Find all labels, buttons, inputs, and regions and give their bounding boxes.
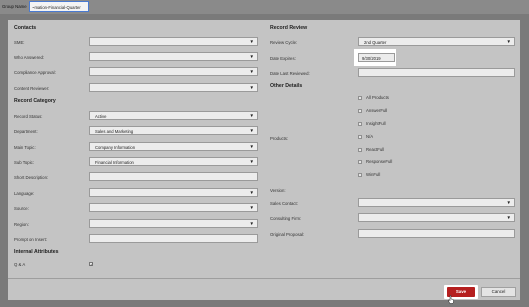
language-label: Language: [14, 191, 35, 196]
original-proposal-input[interactable] [358, 229, 515, 238]
chevron-down-icon: ▼ [249, 144, 254, 149]
chevron-down-icon: ▼ [249, 85, 254, 90]
chevron-down-icon: ▼ [249, 54, 254, 59]
chevron-down-icon: ▼ [506, 215, 511, 220]
consulting-firm-label: Consulting Firm: [270, 216, 302, 221]
contacts-heading: Contacts [14, 25, 37, 31]
record-category-heading: Record Category [14, 98, 56, 104]
sub-topic-label: Sub Topic: [14, 160, 34, 165]
review-cycle-select[interactable]: 2nd Quarter ▼ [358, 37, 515, 46]
chevron-down-icon: ▼ [249, 69, 254, 74]
cancel-button[interactable]: Cancel [481, 287, 516, 297]
hand-cursor-icon [448, 295, 454, 304]
content-reviewer-select[interactable]: ▼ [89, 83, 258, 92]
region-select[interactable]: ▼ [89, 219, 258, 228]
chevron-down-icon: ▼ [249, 159, 254, 164]
sub-topic-value: Financial Information [95, 160, 134, 165]
chevron-down-icon: ▼ [506, 200, 511, 205]
product-checkbox[interactable] [358, 122, 362, 126]
original-proposal-label: Original Proposal: [270, 232, 305, 237]
chevron-down-icon: ▼ [249, 190, 254, 195]
qa-label: Q & A [14, 262, 26, 267]
product-label: N/A [366, 134, 374, 139]
other-details-heading: Other Details [270, 83, 303, 89]
record-status-label: Record Status: [14, 114, 43, 119]
product-checkbox[interactable] [358, 160, 362, 164]
product-label: InsightFull [366, 121, 386, 126]
date-expires-input[interactable]: 9/30/2019 [358, 53, 395, 62]
product-label: AnswerFull [366, 108, 388, 113]
department-select[interactable]: Sales and Marketing ▼ [89, 126, 258, 135]
main-topic-select[interactable]: Company Information ▼ [89, 142, 258, 151]
product-checkbox[interactable] [358, 135, 362, 139]
sme-select[interactable]: ▼ [89, 37, 258, 46]
group-name-input[interactable]: ~mation-Financial-Quarter [29, 1, 89, 12]
chevron-down-icon: ▼ [249, 221, 254, 226]
source-label: Source: [14, 206, 29, 211]
chevron-down-icon: ▼ [506, 39, 511, 44]
product-label: ResponseFull [366, 159, 393, 164]
sales-contact-label: Sales Contact: [270, 201, 298, 206]
sales-contact-select[interactable]: ▼ [358, 198, 515, 207]
record-review-heading: Record Review [270, 25, 308, 31]
region-label: Region: [14, 222, 29, 227]
compliance-approval-select[interactable]: ▼ [89, 67, 258, 76]
date-last-reviewed-input[interactable] [358, 68, 515, 77]
prompt-on-insert-label: Prompt on Insert: [14, 237, 47, 242]
product-label: WinFull [366, 172, 381, 177]
department-value: Sales and Marketing [95, 129, 134, 134]
chevron-down-icon: ▼ [249, 128, 254, 133]
product-label: ReactFull [366, 147, 385, 152]
group-name-label: Group Name [2, 4, 27, 9]
record-status-value: Active [95, 114, 107, 119]
date-last-reviewed-label: Date Last Reviewed: [270, 71, 310, 76]
short-description-label: Short Description: [14, 175, 49, 180]
review-cycle-value: 2nd Quarter [364, 40, 387, 45]
product-checkbox[interactable] [358, 96, 362, 100]
content-reviewer-label: Content Reviewer: [14, 86, 50, 91]
source-select[interactable]: ▼ [89, 203, 258, 212]
main-topic-value: Company Information [95, 145, 136, 150]
sme-label: SME: [14, 40, 25, 45]
prompt-on-insert-input[interactable] [89, 234, 258, 243]
product-checkbox[interactable] [358, 148, 362, 152]
chevron-down-icon: ▼ [249, 205, 254, 210]
main-topic-label: Main Topic: [14, 145, 36, 150]
product-checkbox[interactable] [358, 173, 362, 177]
compliance-approval-label: Compliance Approval: [14, 70, 56, 75]
sub-topic-select[interactable]: Financial Information ▼ [89, 157, 258, 166]
products-label: Products: [270, 136, 289, 141]
version-label: Version: [270, 188, 286, 193]
who-answered-select[interactable]: ▼ [89, 52, 258, 61]
consulting-firm-select[interactable]: ▼ [358, 213, 515, 222]
date-expires-label: Date Expires: [270, 56, 296, 61]
record-status-select[interactable]: Active ▼ [89, 111, 258, 120]
review-cycle-label: Review Cycle: [270, 40, 298, 45]
chevron-down-icon: ▼ [249, 113, 254, 118]
internal-attributes-heading: Internal Attributes [14, 249, 59, 255]
chevron-down-icon: ▼ [249, 39, 254, 44]
short-description-input[interactable] [89, 172, 258, 181]
who-answered-label: Who Answered: [14, 55, 45, 60]
product-checkbox[interactable] [358, 109, 362, 113]
product-label: All Products [366, 95, 389, 100]
qa-checkbox[interactable]: ✓ [89, 262, 93, 267]
language-select[interactable]: ▼ [89, 188, 258, 197]
department-label: Department: [14, 129, 38, 134]
form-panel [8, 20, 520, 278]
